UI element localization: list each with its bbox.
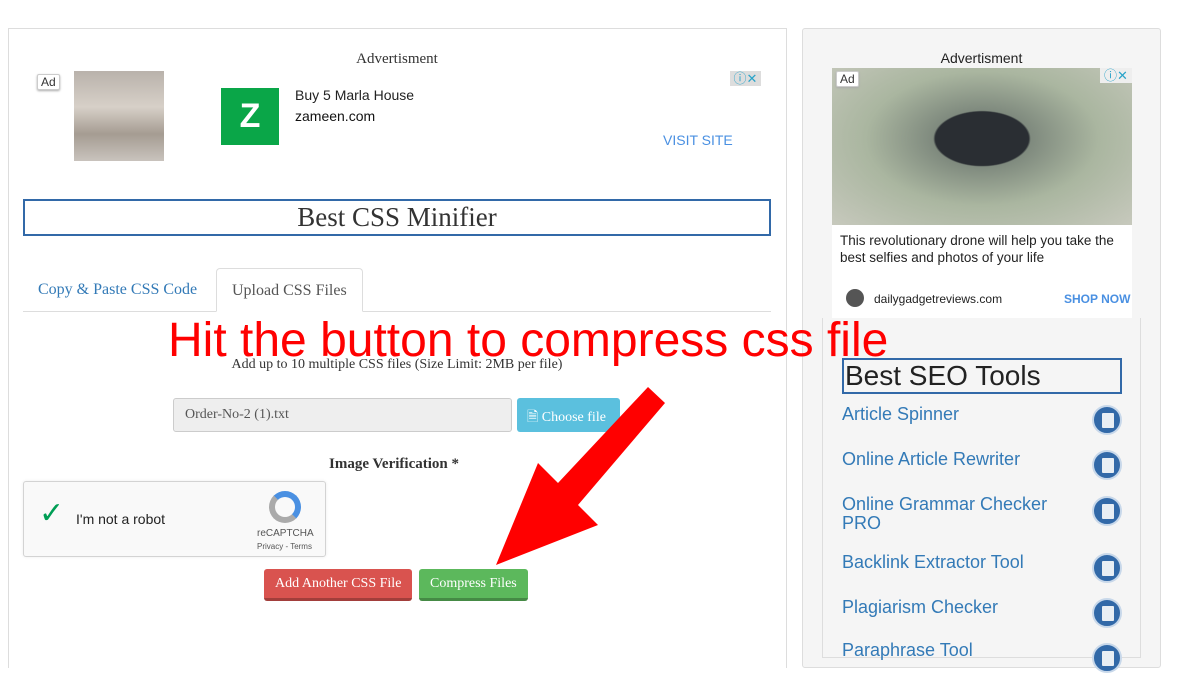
paraphrase-icon[interactable] — [1092, 643, 1122, 673]
sidebar-ad-text[interactable]: This revolutionary drone will help you t… — [840, 232, 1130, 266]
file-name-field[interactable]: Order-No-2 (1).txt — [173, 398, 512, 432]
annotation-arrow-icon — [496, 387, 665, 565]
tab-upload[interactable]: Upload CSS Files — [216, 268, 363, 312]
tab-copy-paste[interactable]: Copy & Paste CSS Code — [23, 268, 212, 312]
page-title: Best CSS Minifier — [23, 199, 771, 236]
seo-item-grammar-checker[interactable]: Online Grammar Checker PRO — [842, 495, 1072, 533]
visit-site-link[interactable]: VISIT SITE — [663, 132, 733, 148]
plagiarism-icon[interactable] — [1092, 598, 1122, 628]
captcha-links[interactable]: Privacy - Terms — [257, 542, 312, 551]
sidebar-ad-domain[interactable]: dailygadgetreviews.com — [874, 292, 1002, 306]
captcha-brand: reCAPTCHA — [257, 528, 314, 539]
seo-item-backlink-extractor[interactable]: Backlink Extractor Tool — [842, 553, 1072, 572]
grammar-check-icon[interactable] — [1092, 496, 1122, 526]
backlink-icon[interactable] — [1092, 553, 1122, 583]
zameen-logo: Z — [221, 88, 279, 145]
ad-heading: Advertisment — [356, 51, 438, 67]
ad-domain[interactable]: zameen.com — [295, 108, 375, 124]
seo-item-plagiarism-checker[interactable]: Plagiarism Checker — [842, 598, 1072, 617]
add-css-file-button[interactable]: Add Another CSS File — [264, 569, 413, 601]
ad-badge: Ad — [836, 71, 859, 87]
seo-item-article-rewriter[interactable]: Online Article Rewriter — [842, 450, 1072, 469]
rewriter-icon[interactable] — [1092, 450, 1122, 480]
spinner-doc-icon[interactable] — [1092, 405, 1122, 435]
sidebar-ad-heading: Advertisment — [940, 50, 1023, 66]
ad-close-icon[interactable]: ⓘ✕ — [730, 71, 761, 86]
sidebar-ad[interactable]: Ad ⓘ✕ This revolutionary drone will help… — [832, 68, 1132, 318]
drone-image[interactable] — [832, 68, 1132, 225]
recaptcha-logo-icon — [269, 491, 301, 523]
captcha-text: I'm not a robot — [76, 511, 166, 527]
ad-close-icon[interactable]: ⓘ✕ — [1100, 68, 1132, 83]
ad-title[interactable]: Buy 5 Marla House — [295, 87, 414, 103]
recaptcha-widget[interactable]: ✓ I'm not a robot reCAPTCHA Privacy - Te… — [23, 481, 326, 557]
seo-item-article-spinner[interactable]: Article Spinner — [842, 405, 1072, 424]
shop-now-link[interactable]: SHOP NOW — [1064, 292, 1130, 306]
annotation-text: Hit the button to compress css file — [168, 314, 889, 367]
ad-image[interactable] — [74, 71, 164, 161]
seo-item-paraphrase-tool[interactable]: Paraphrase Tool — [842, 641, 1072, 660]
checkmark-icon[interactable]: ✓ — [39, 496, 64, 531]
globe-icon — [846, 289, 864, 307]
ad-badge: Ad — [37, 74, 60, 90]
